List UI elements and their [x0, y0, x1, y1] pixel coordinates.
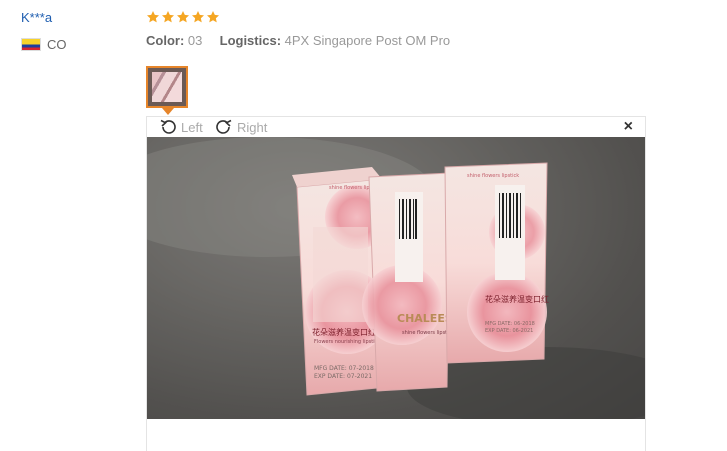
box1-cn-text: 花朵滋养温变口红: [312, 327, 376, 337]
review-photo-thumbnail[interactable]: [146, 66, 188, 108]
rotate-left-button[interactable]: Left: [157, 118, 203, 136]
lipstick-box-3: shine flowers lipstick 花朵滋养温变口红 MFG DATE…: [444, 162, 549, 364]
star-icon: [191, 10, 205, 24]
box1-mfg-text: MFG DATE: 07-2018: [314, 365, 374, 372]
color-label: Color:: [146, 33, 185, 48]
reviewer-info: K***a CO: [21, 10, 131, 52]
box2-brand-text: CHALEES: [397, 312, 453, 325]
box3-mfg-text: MFG DATE: 06-2018: [485, 321, 535, 327]
rotate-right-button[interactable]: Right: [213, 118, 267, 136]
box1-line-text: Flowers nourishing lipstick: [314, 339, 380, 345]
rotate-right-label: Right: [237, 119, 268, 135]
colombia-flag-icon: [21, 38, 41, 51]
rotate-right-icon: [213, 118, 235, 136]
reviewer-name[interactable]: K***a: [21, 10, 131, 26]
box3-exp-text: EXP DATE: 06-2021: [485, 328, 533, 334]
logistics-value: 4PX Singapore Post OM Pro: [284, 33, 451, 48]
rotate-left-label: Left: [181, 119, 203, 135]
logistics-label: Logistics:: [219, 33, 282, 48]
viewer-toolbar: Left Right ×: [147, 117, 645, 137]
star-icon: [176, 10, 190, 24]
star-icon: [161, 10, 175, 24]
star-rating: [146, 8, 706, 26]
rotate-left-icon: [157, 118, 179, 136]
reviewer-country: CO: [21, 37, 131, 52]
review-photo: shine flowers lipstick 花朵滋养温变口红 Flowers …: [147, 137, 645, 419]
color-value: 03: [187, 33, 203, 48]
lipstick-box-2: CHALEES shine flowers lipstick: [362, 172, 454, 392]
star-icon: [206, 10, 220, 24]
review-content: Color: 03 Logistics: 4PX Singapore Post …: [146, 8, 706, 49]
box3-cn-text: 花朵滋养温变口红: [485, 294, 549, 304]
country-code: CO: [47, 37, 67, 52]
photo-viewer: Left Right × shine flowers lipstick 花朵滋养…: [146, 116, 646, 451]
order-details: Color: 03 Logistics: 4PX Singapore Post …: [146, 33, 706, 49]
close-viewer-button[interactable]: ×: [624, 119, 633, 135]
box3-top-text: shine flowers lipstick: [467, 173, 519, 179]
star-icon: [146, 10, 160, 24]
box1-exp-text: EXP DATE: 07-2021: [314, 373, 372, 380]
thumbnail-active-caret: [162, 108, 174, 115]
